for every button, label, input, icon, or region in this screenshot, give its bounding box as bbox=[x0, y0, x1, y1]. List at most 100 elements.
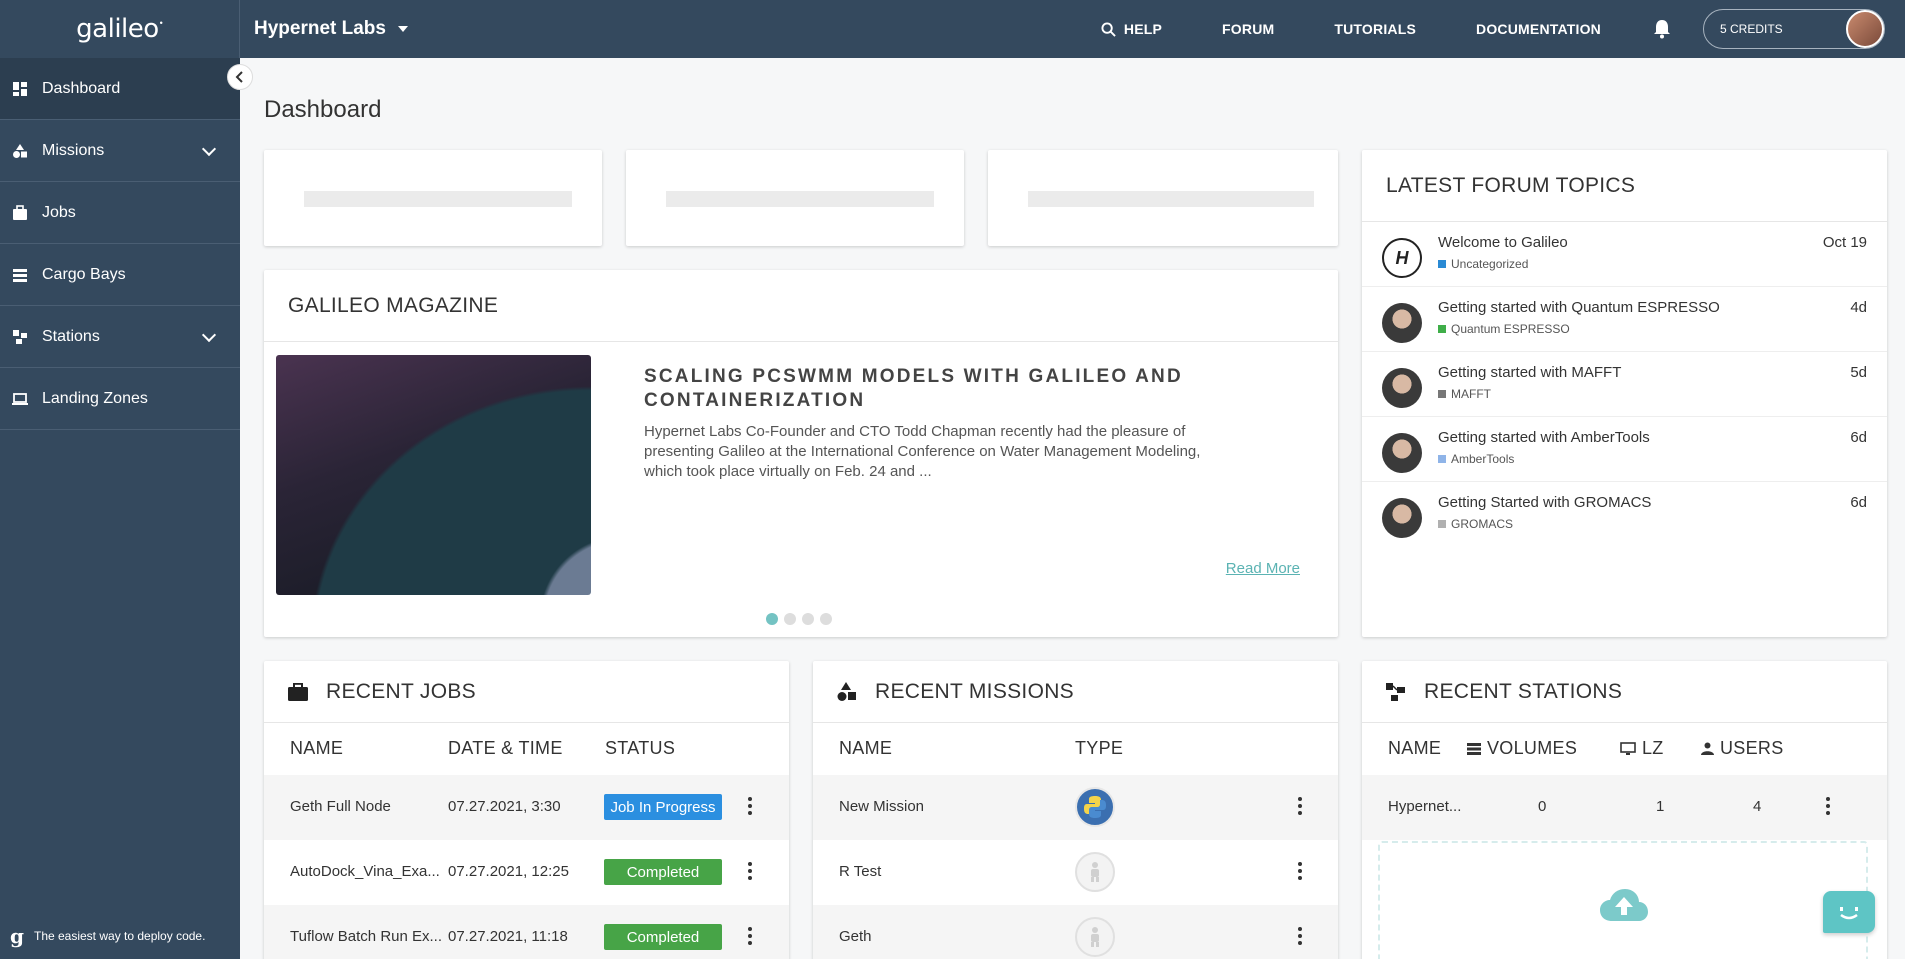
sidebar-item-landing-zones[interactable]: Landing Zones bbox=[0, 368, 240, 430]
carousel-dot[interactable] bbox=[784, 613, 796, 625]
recent-missions-header: RECENT MISSIONS bbox=[813, 661, 1338, 723]
galileo-logo[interactable]: galileo bbox=[76, 14, 159, 44]
sidebar-item-jobs[interactable]: Jobs bbox=[0, 182, 240, 244]
more-vert-icon[interactable] bbox=[748, 862, 752, 880]
forum-topic-title[interactable]: Getting started with AmberTools bbox=[1438, 429, 1650, 446]
more-vert-icon[interactable] bbox=[1826, 797, 1830, 815]
more-vert-icon[interactable] bbox=[1298, 927, 1302, 945]
table-row[interactable]: Geth bbox=[813, 905, 1338, 959]
credits-pill[interactable]: 5 CREDITS bbox=[1703, 9, 1885, 49]
table-row[interactable]: R Test bbox=[813, 840, 1338, 905]
forum-topic-category: GROMACS bbox=[1438, 517, 1513, 531]
recent-jobs-header: RECENT JOBS bbox=[264, 661, 789, 723]
forum-topic-title[interactable]: Getting Started with GROMACS bbox=[1438, 494, 1651, 511]
org-switcher[interactable]: Hypernet Labs bbox=[240, 18, 408, 40]
sidebar-item-cargo-bays[interactable]: Cargo Bays bbox=[0, 244, 240, 306]
bell-icon[interactable] bbox=[1651, 18, 1673, 40]
sidebar-item-label: Cargo Bays bbox=[42, 265, 126, 283]
job-name: Geth Full Node bbox=[290, 798, 391, 815]
list-icon bbox=[1467, 742, 1481, 755]
loading-skeleton bbox=[304, 191, 572, 207]
upload-dropzone[interactable] bbox=[1378, 841, 1868, 959]
carousel-dots bbox=[766, 613, 832, 625]
forum-topic-title[interactable]: Getting started with Quantum ESPRESSO bbox=[1438, 299, 1720, 316]
tutorials-link[interactable]: TUTORIALS bbox=[1334, 21, 1416, 37]
col-type[interactable]: TYPE bbox=[1075, 738, 1123, 759]
more-vert-icon[interactable] bbox=[748, 927, 752, 945]
chat-launcher-button[interactable] bbox=[1823, 891, 1875, 933]
missions-icon bbox=[13, 143, 27, 158]
stations-icon bbox=[1386, 682, 1406, 702]
table-row[interactable]: AutoDock_Vina_Exa... 07.27.2021, 12:25 C… bbox=[264, 840, 789, 905]
logo-area[interactable]: galileo • bbox=[0, 0, 240, 58]
recent-stations-header: RECENT STATIONS bbox=[1362, 661, 1887, 723]
author-avatar bbox=[1382, 498, 1422, 538]
sidebar-item-label: Dashboard bbox=[42, 79, 121, 97]
article-title[interactable]: SCALING PCSWMM MODELS WITH GALILEO AND C… bbox=[644, 365, 1204, 413]
table-row[interactable]: Geth Full Node 07.27.2021, 3:30 Job In P… bbox=[264, 775, 789, 840]
forum-topic-title[interactable]: Getting started with MAFFT bbox=[1438, 364, 1621, 381]
more-vert-icon[interactable] bbox=[1298, 797, 1302, 815]
mission-name: New Mission bbox=[839, 798, 925, 815]
category-label: AmberTools bbox=[1451, 452, 1515, 466]
sidebar-item-missions[interactable]: Missions bbox=[0, 120, 240, 182]
briefcase-icon bbox=[13, 204, 27, 220]
stat-card-placeholder bbox=[988, 150, 1338, 246]
sidebar-item-dashboard[interactable]: Dashboard bbox=[0, 58, 240, 120]
author-avatar bbox=[1382, 368, 1422, 408]
chevron-down-icon[interactable] bbox=[201, 141, 217, 157]
top-bar: galileo • Hypernet Labs HELP FORUM TUTORI… bbox=[0, 0, 1905, 58]
forum-topic-row[interactable]: Getting Started with GROMACS GROMACS 6d bbox=[1362, 482, 1887, 547]
help-link[interactable]: HELP bbox=[1101, 21, 1162, 37]
col-datetime[interactable]: DATE & TIME bbox=[448, 738, 563, 759]
sidebar-collapse-button[interactable] bbox=[227, 64, 253, 90]
cloud-upload-icon bbox=[1600, 889, 1648, 921]
forum-topic-title[interactable]: Welcome to Galileo bbox=[1438, 234, 1568, 251]
col-lz[interactable]: LZ bbox=[1620, 738, 1664, 759]
col-name[interactable]: NAME bbox=[290, 738, 343, 759]
col-volumes[interactable]: VOLUMES bbox=[1467, 738, 1577, 759]
read-more-link[interactable]: Read More bbox=[1226, 560, 1300, 577]
sidebar-item-stations[interactable]: Stations bbox=[0, 306, 240, 368]
more-vert-icon[interactable] bbox=[1298, 862, 1302, 880]
article-image[interactable] bbox=[276, 355, 591, 595]
chevron-down-icon[interactable] bbox=[201, 327, 217, 343]
col-users[interactable]: USERS bbox=[1701, 738, 1784, 759]
forum-heading: LATEST FORUM TOPICS bbox=[1362, 150, 1887, 222]
forum-topic-row[interactable]: Getting started with MAFFT MAFFT 5d bbox=[1362, 352, 1887, 417]
mission-name: Geth bbox=[839, 928, 872, 945]
sidebar-item-label: Jobs bbox=[42, 203, 76, 221]
category-label: MAFFT bbox=[1451, 387, 1491, 401]
galileo-mark-icon: g bbox=[10, 924, 24, 948]
magazine-card: GALILEO MAGAZINE SCALING PCSWMM MODELS W… bbox=[264, 270, 1338, 637]
forum-topic-row[interactable]: Getting started with AmberTools AmberToo… bbox=[1362, 417, 1887, 482]
forum-topic-category: Uncategorized bbox=[1438, 257, 1528, 271]
forum-topic-row[interactable]: H Welcome to Galileo Uncategorized Oct 1… bbox=[1362, 222, 1887, 287]
status-badge: Job In Progress bbox=[604, 794, 722, 820]
more-vert-icon[interactable] bbox=[748, 797, 752, 815]
col-name[interactable]: NAME bbox=[839, 738, 892, 759]
table-row[interactable]: Tuflow Batch Run Ex... 07.27.2021, 11:18… bbox=[264, 905, 789, 959]
forum-link[interactable]: FORUM bbox=[1222, 21, 1274, 37]
table-row[interactable]: Hypernet... 0 1 4 bbox=[1362, 775, 1887, 840]
recent-stations-card: RECENT STATIONS NAME VOLUMES LZ USERS Hy… bbox=[1362, 661, 1887, 959]
dashboard-icon bbox=[13, 81, 27, 96]
sidebar-item-label: Missions bbox=[42, 141, 105, 159]
carousel-dot[interactable] bbox=[820, 613, 832, 625]
carousel-dot[interactable] bbox=[766, 613, 778, 625]
help-label: HELP bbox=[1123, 21, 1163, 37]
table-row[interactable]: New Mission bbox=[813, 775, 1338, 840]
documentation-link[interactable]: DOCUMENTATION bbox=[1476, 21, 1601, 37]
missions-icon bbox=[837, 681, 857, 702]
job-datetime: 07.27.2021, 12:25 bbox=[448, 863, 569, 880]
stat-card-placeholder bbox=[626, 150, 964, 246]
station-lz: 1 bbox=[1656, 798, 1665, 815]
forum-topic-row[interactable]: Getting started with Quantum ESPRESSO Qu… bbox=[1362, 287, 1887, 352]
col-status[interactable]: STATUS bbox=[605, 738, 675, 759]
category-label: Quantum ESPRESSO bbox=[1451, 322, 1570, 336]
col-name[interactable]: NAME bbox=[1388, 738, 1441, 759]
forum-topic-date: Oct 19 bbox=[1822, 234, 1867, 251]
category-color-square bbox=[1438, 455, 1446, 463]
carousel-dot[interactable] bbox=[802, 613, 814, 625]
user-avatar[interactable] bbox=[1846, 10, 1884, 48]
